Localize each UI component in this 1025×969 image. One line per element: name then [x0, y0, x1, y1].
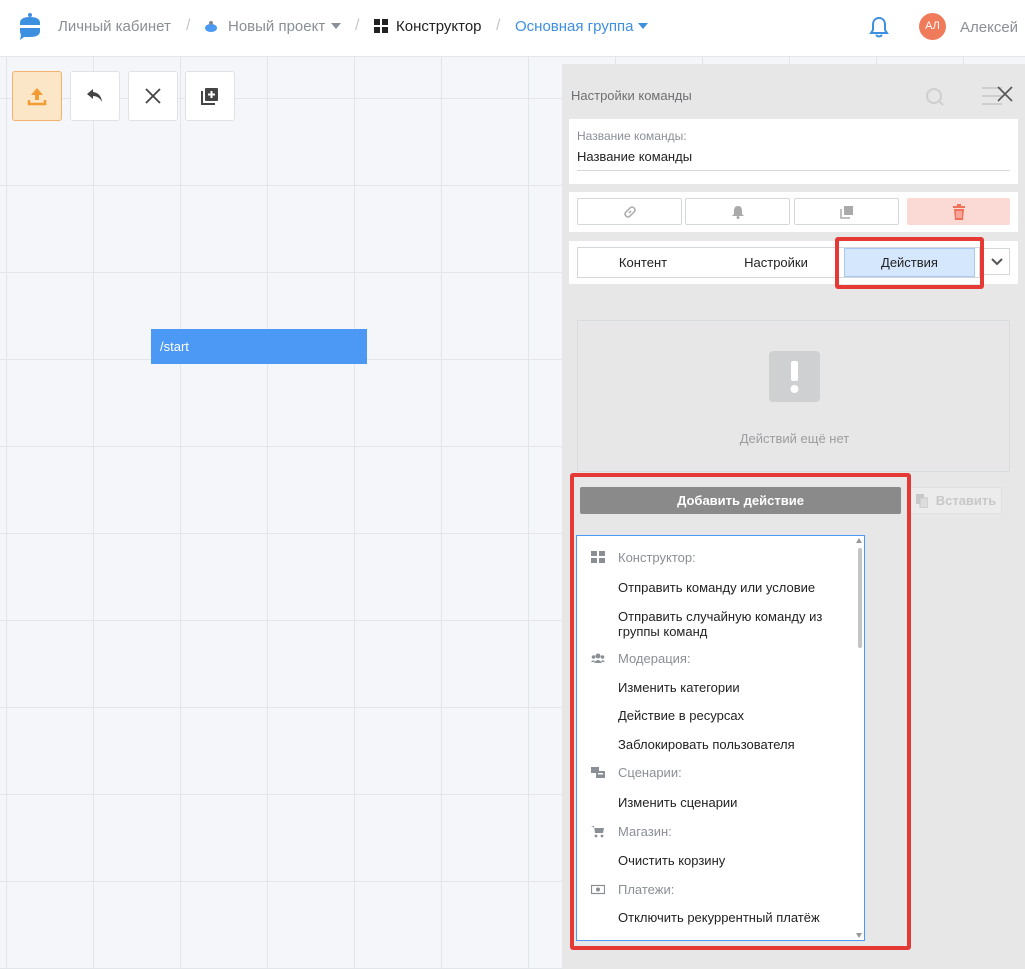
tabs-more-button[interactable]	[983, 248, 1010, 275]
empty-actions-box: Действий ещё нет	[577, 320, 1010, 472]
tab-content[interactable]: Контент	[578, 248, 708, 277]
breadcrumb-separator: /	[186, 17, 191, 34]
copy-button[interactable]	[794, 198, 899, 225]
breadcrumb-constructor[interactable]: Конструктор	[396, 18, 482, 35]
upload-icon	[27, 88, 47, 106]
command-node-start[interactable]: /start	[151, 329, 367, 364]
top-navbar: Личный кабинет / Новый проект / Конструк…	[0, 0, 1025, 57]
breadcrumb-account[interactable]: Личный кабинет	[58, 18, 171, 35]
paste-icon	[915, 493, 928, 508]
username[interactable]: Алексей	[960, 19, 1018, 36]
chevron-down-icon[interactable]	[331, 23, 341, 29]
breadcrumb-group[interactable]: Основная группа	[515, 18, 633, 35]
panel-title: Настройки команды	[571, 88, 692, 103]
undo-button[interactable]	[70, 71, 120, 121]
paste-label: Вставить	[935, 493, 997, 508]
empty-actions-text: Действий ещё нет	[739, 431, 850, 446]
bell-icon[interactable]	[867, 15, 891, 39]
chevron-down-icon[interactable]	[638, 23, 648, 29]
copy-icon	[839, 205, 853, 219]
project-icon	[205, 21, 217, 32]
close-button[interactable]	[128, 71, 178, 121]
avatar[interactable]: АЛ	[919, 13, 946, 40]
notification-button[interactable]	[685, 198, 790, 225]
upload-button[interactable]	[12, 71, 62, 121]
link-icon	[623, 205, 636, 218]
link-button[interactable]	[577, 198, 682, 225]
add-copy-icon	[201, 88, 218, 105]
logo-icon[interactable]	[16, 12, 44, 40]
breadcrumb-separator: /	[496, 17, 501, 34]
highlight-actions-tab	[835, 237, 984, 289]
breadcrumb-project[interactable]: Новый проект	[228, 18, 325, 35]
command-name-label: Название команды:	[577, 129, 687, 143]
paste-button[interactable]: Вставить	[910, 487, 1002, 514]
trash-icon	[952, 203, 965, 220]
bell-icon	[731, 205, 744, 219]
grid-icon	[374, 19, 388, 33]
panel-close-icon[interactable]	[995, 84, 1015, 104]
delete-button[interactable]	[907, 198, 1010, 225]
command-name-input[interactable]: Название команды	[577, 149, 1010, 171]
undo-icon	[87, 89, 102, 102]
tab-settings[interactable]: Настройки	[710, 248, 842, 277]
exclamation-icon	[769, 351, 820, 402]
highlight-add-action-area	[570, 473, 911, 950]
chevron-down-icon	[990, 257, 1003, 265]
close-icon	[145, 88, 161, 104]
breadcrumb-separator: /	[355, 17, 360, 34]
add-command-button[interactable]	[185, 71, 235, 121]
